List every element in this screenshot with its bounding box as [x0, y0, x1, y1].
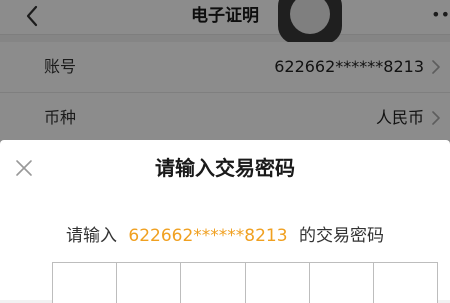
- password-dialog: 请输入交易密码 请输入 622662******8213 的交易密码: [0, 140, 450, 303]
- pin-input[interactable]: [52, 262, 438, 303]
- dialog-title: 请输入交易密码: [155, 156, 295, 180]
- prompt-account: 622662******8213: [128, 226, 288, 246]
- page: 电子证明 •• 账号 622662******8213 币种 人民币 请输入交易…: [0, 0, 450, 303]
- pin-box[interactable]: [53, 263, 118, 303]
- pin-box[interactable]: [181, 263, 246, 303]
- dialog-prompt: 请输入 622662******8213 的交易密码: [0, 222, 450, 250]
- prompt-suffix: 的交易密码: [298, 226, 384, 246]
- pin-box[interactable]: [117, 263, 182, 303]
- pin-box[interactable]: [373, 263, 438, 303]
- pin-box[interactable]: [309, 263, 374, 303]
- prompt-prefix: 请输入: [66, 226, 117, 246]
- pin-box[interactable]: [245, 263, 310, 303]
